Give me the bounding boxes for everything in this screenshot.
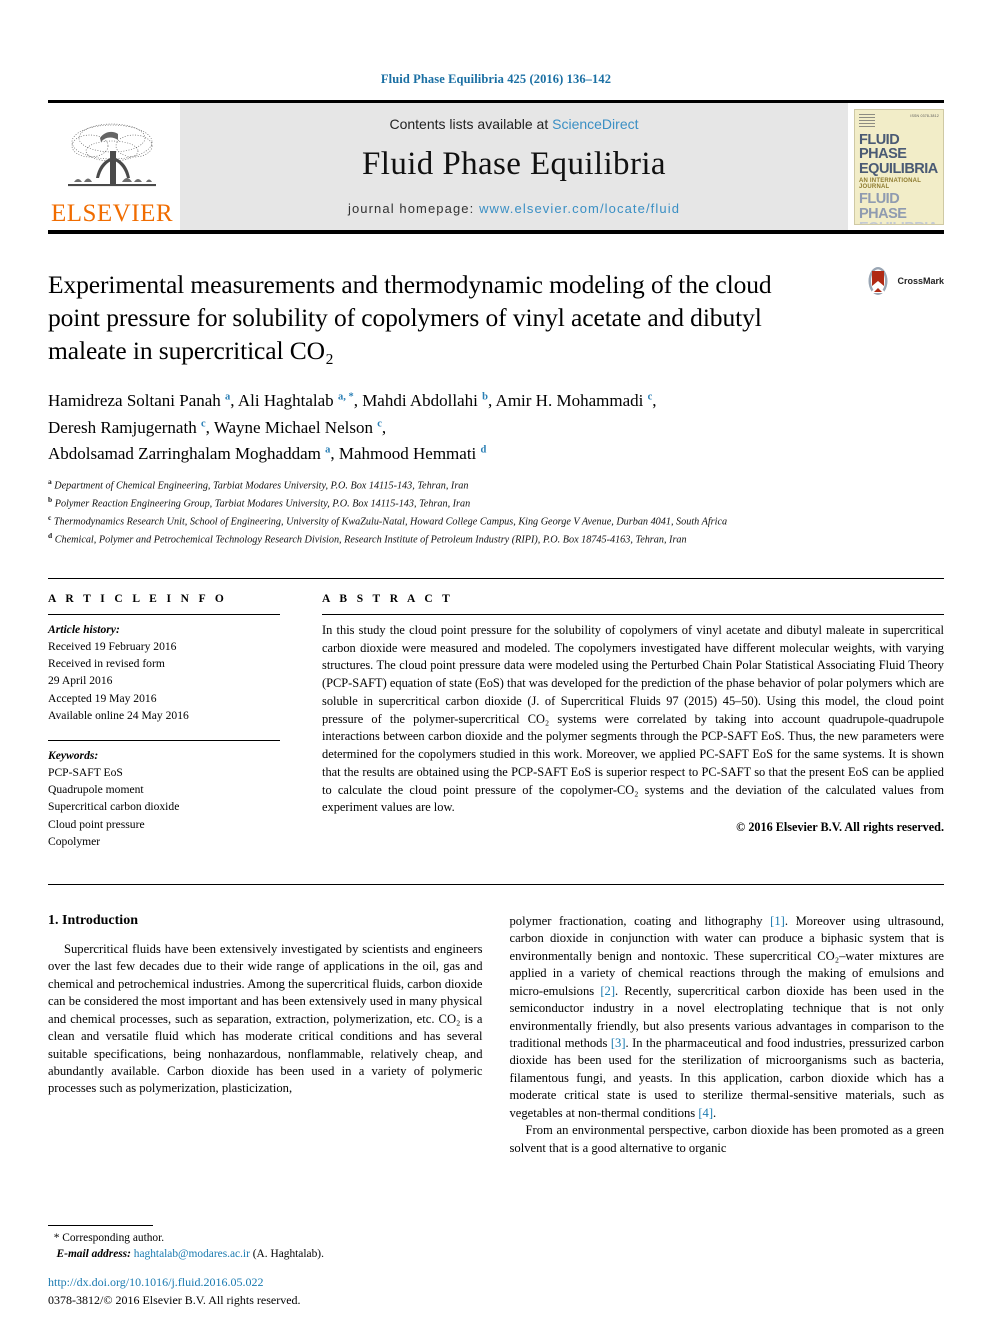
abstract-text: In this study the cloud point pressure f… (322, 614, 944, 817)
corresponding-marker: * (53, 1231, 60, 1244)
keyword-item: Copolymer (48, 834, 101, 848)
abstract-column: A B S T R A C T In this study the cloud … (322, 593, 944, 850)
title-block: CrossMark Experimental measurements and … (48, 266, 944, 548)
article-info-heading: A R T I C L E I N F O (48, 593, 228, 606)
body-column-right: polymer fractionation, coating and litho… (510, 913, 945, 1157)
article-history-group: Article history: Received 19 February 20… (48, 615, 280, 724)
contents-available-line: Contents lists available at ScienceDirec… (389, 116, 638, 132)
affiliation-item: d Chemical, Polymer and Petrochemical Te… (48, 530, 944, 548)
author-line-3: Abdolsamad Zarringhalam Moghaddam a, Mah… (48, 444, 487, 464)
history-item: Received in revised form (48, 657, 165, 671)
keyword-item: Quadrupole moment (48, 783, 144, 797)
author-line-1: Hamidreza Soltani Panah a, Ali Haghtalab… (48, 391, 657, 411)
crossmark-label: CrossMark (897, 276, 944, 286)
elsevier-logo: ELSEVIER (48, 103, 176, 230)
corresponding-author-footnote: * Corresponding author. E-mail address: … (48, 1224, 478, 1263)
email-line: E-mail address: haghtalab@modares.ac.ir … (48, 1246, 478, 1263)
citation-ref-4[interactable]: [4] (698, 1106, 713, 1120)
article-history-label: Article history: (48, 623, 120, 637)
abstract-copyright: © 2016 Elsevier B.V. All rights reserved… (736, 820, 944, 835)
contents-prefix-text: Contents lists available at (389, 115, 553, 132)
email-owner: (A. Haghtalab). (252, 1248, 324, 1261)
affiliation-mark: c (48, 513, 52, 523)
intro-paragraph-right-2: From an environmental perspective, carbo… (509, 1123, 945, 1155)
history-item: Received 19 February 2016 (48, 640, 177, 654)
intro-paragraph-left: Supercritical fluids have been extensive… (48, 941, 483, 1096)
corresponding-text: Corresponding author. (62, 1231, 165, 1244)
cover-line-2: EQUILIBRIA (859, 160, 938, 177)
email-link[interactable]: haghtalab@modares.ac.ir (134, 1248, 250, 1260)
info-abstract-section: A R T I C L E I N F O Article history: R… (48, 578, 944, 850)
abstract-heading: A B S T R A C T (322, 593, 454, 606)
cover-elsevier-icon (859, 113, 875, 128)
cover-line-4: FLUID PHASE (859, 191, 907, 222)
footer-doi-block: http://dx.doi.org/10.1016/j.fluid.2016.0… (48, 1274, 301, 1309)
cover-line-1: FLUID PHASE (859, 131, 907, 162)
keywords-label: Keywords: (48, 748, 99, 762)
contents-box: Contents lists available at ScienceDirec… (180, 103, 848, 230)
history-item: Available online 24 May 2016 (48, 708, 189, 722)
affiliation-mark: a (48, 477, 52, 487)
crossmark-badge[interactable]: CrossMark (863, 266, 944, 296)
article-page: Fluid Phase Equilibria 425 (2016) 136–14… (0, 0, 992, 1323)
affiliation-list: a Department of Chemical Engineering, Ta… (48, 476, 944, 548)
corresponding-author-line: * Corresponding author. (48, 1230, 478, 1247)
running-head: Fluid Phase Equilibria 425 (2016) 136–14… (380, 72, 612, 86)
affiliation-mark: d (48, 531, 53, 541)
affiliation-item: a Department of Chemical Engineering, Ta… (48, 476, 944, 494)
body-column-left: 1. Introduction Supercritical fluids hav… (48, 913, 483, 1157)
keyword-item: PCP-SAFT EoS (48, 766, 123, 780)
keywords-group: Keywords: PCP-SAFT EoS Quadrupole moment… (48, 739, 280, 850)
journal-homepage-line: journal homepage: www.elsevier.com/locat… (348, 201, 680, 216)
affiliation-item: c Thermodynamics Research Unit, School o… (48, 512, 944, 530)
citation-ref-1[interactable]: [1] (770, 914, 785, 928)
journal-title: Fluid Phase Equilibria (362, 145, 666, 182)
journal-cover-thumbnail: ISSN 0378-3812 FLUID PHASE EQUILIBRIA AN… (854, 108, 944, 225)
keyword-item: Supercritical carbon dioxide (48, 800, 180, 814)
footnote-rule (48, 1224, 153, 1226)
sciencedirect-link[interactable]: ScienceDirect (552, 116, 638, 132)
elsevier-tree-icon (68, 123, 156, 187)
affiliation-text: Polymer Reaction Engineering Group, Tarb… (54, 498, 471, 510)
cover-top-bar: ISSN 0378-3812 (859, 113, 939, 128)
intro-paragraph-right-1: polymer fractionation, coating and litho… (510, 913, 945, 1122)
article-info-column: A R T I C L E I N F O Article history: R… (48, 593, 280, 850)
cover-issn-note: ISSN 0378-3812 (910, 113, 939, 118)
affiliation-text: Chemical, Polymer and Petrochemical Tech… (54, 534, 687, 546)
history-item: Accepted 19 May 2016 (48, 691, 157, 705)
affiliation-item: b Polymer Reaction Engineering Group, Ta… (48, 494, 944, 512)
author-list: Hamidreza Soltani Panah a, Ali Haghtalab… (48, 388, 944, 467)
email-label: E-mail address: (56, 1248, 131, 1261)
issn-copyright-line: 0378-3812/© 2016 Elsevier B.V. All right… (48, 1292, 301, 1307)
history-item: 29 April 2016 (48, 674, 113, 688)
affiliation-text: Thermodynamics Research Unit, School of … (53, 516, 728, 528)
body-section: 1. Introduction Supercritical fluids hav… (48, 883, 945, 1157)
journal-homepage-url[interactable]: www.elsevier.com/locate/fluid (479, 201, 680, 216)
homepage-prefix-text: journal homepage: (347, 200, 480, 216)
crossmark-icon (868, 267, 888, 295)
rp-text-8: . (713, 1105, 717, 1120)
citation-ref-3[interactable]: [3] (611, 1036, 626, 1050)
keyword-item: Cloud point pressure (48, 817, 145, 831)
cover-subtitle: AN INTERNATIONAL JOURNAL (859, 178, 921, 190)
rp-text-0: polymer fractionation, coating and litho… (509, 913, 771, 928)
elsevier-wordmark: ELSEVIER (50, 200, 174, 227)
citation-ref-2[interactable]: [2] (600, 984, 615, 998)
author-line-2: Deresh Ramjugernath c, Wayne Michael Nel… (48, 417, 387, 437)
cover-line-5: EQUILIBRIA (859, 221, 939, 224)
affiliation-mark: b (48, 495, 53, 505)
affiliation-text: Department of Chemical Engineering, Tarb… (54, 480, 469, 492)
section-heading-introduction: 1. Introduction (48, 912, 138, 928)
doi-link[interactable]: http://dx.doi.org/10.1016/j.fluid.2016.0… (48, 1274, 301, 1291)
page-title: Experimental measurements and thermodyna… (48, 270, 772, 366)
journal-masthead: ELSEVIER Contents lists available at Sci… (48, 100, 944, 234)
